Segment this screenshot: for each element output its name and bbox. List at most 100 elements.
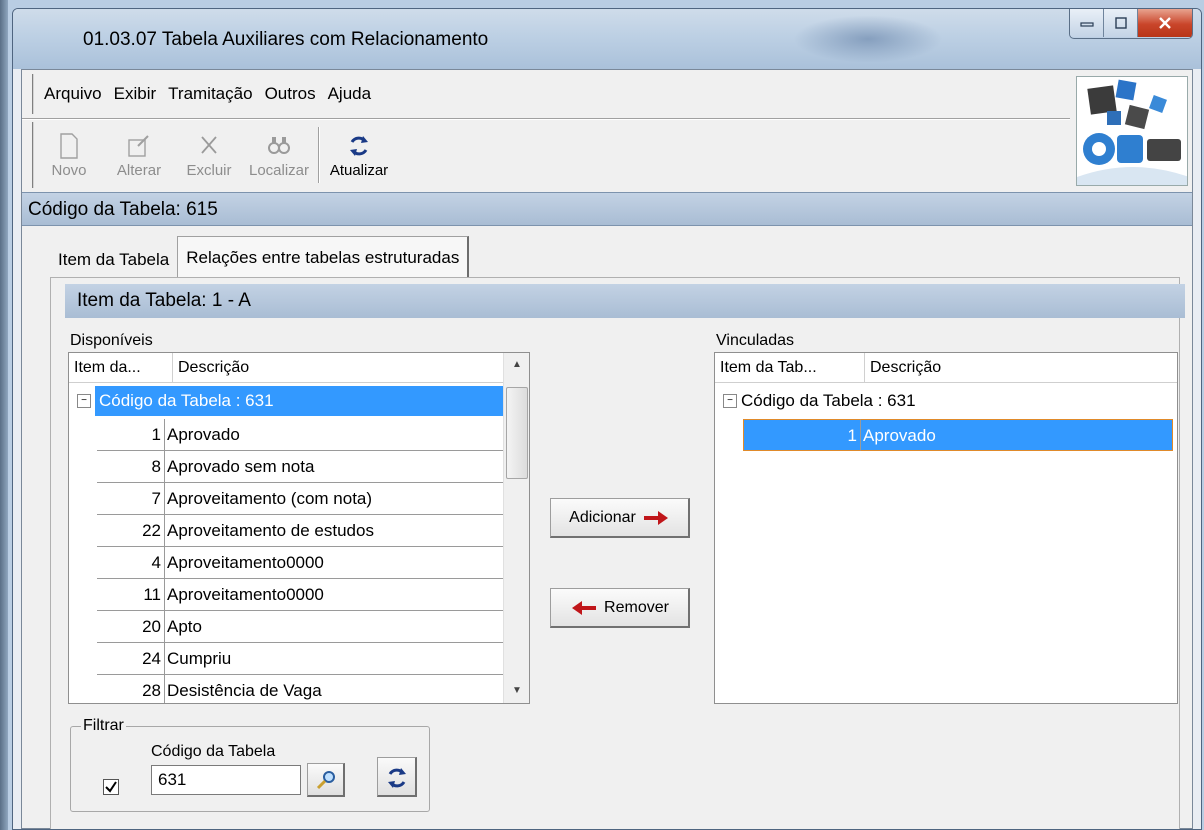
tab-strip: Item da Tabela Relações entre tabelas es… <box>50 236 470 278</box>
tab-item-da-tabela[interactable]: Item da Tabela <box>50 242 177 278</box>
table-row[interactable]: 22 Aproveitamento de estudos <box>97 515 505 547</box>
item-description: Aprovado <box>165 419 505 451</box>
edit-document-icon <box>128 134 149 157</box>
menu-separator <box>22 118 1070 120</box>
title-glow <box>793 15 943 63</box>
excluir-button[interactable]: Excluir <box>174 122 244 188</box>
vertical-scrollbar[interactable]: ▲ ▼ <box>503 353 529 703</box>
magnifier-icon <box>316 770 335 789</box>
item-number: 11 <box>97 579 165 611</box>
table-row[interactable]: 11 Aproveitamento0000 <box>97 579 505 611</box>
arrow-right-icon <box>643 510 668 525</box>
disponiveis-label: Disponíveis <box>70 332 153 349</box>
item-description: Desistência de Vaga <box>165 675 505 703</box>
scroll-up-icon[interactable]: ▲ <box>504 353 529 377</box>
item-description: Aproveitamento0000 <box>165 547 505 579</box>
menu-bar: Arquivo Exibir Tramitação Outros Ajuda <box>32 74 377 114</box>
vinculadas-tree[interactable]: Item da Tab... Descrição − Código da Tab… <box>714 352 1178 704</box>
table-row[interactable]: 20 Apto <box>97 611 505 643</box>
company-logo <box>1076 76 1188 186</box>
adicionar-button[interactable]: Adicionar <box>550 498 690 538</box>
minimize-button[interactable] <box>1070 9 1104 37</box>
item-number: 7 <box>97 483 165 515</box>
table-row[interactable]: 28 Desistência de Vaga <box>97 675 505 703</box>
localizar-label: Localizar <box>248 161 310 179</box>
alterar-label: Alterar <box>116 161 162 179</box>
collapse-icon[interactable]: − <box>77 394 91 408</box>
item-number: 8 <box>97 451 165 483</box>
item-number: 22 <box>97 515 165 547</box>
maximize-icon <box>1114 17 1127 29</box>
toolbar: Novo Alterar Excluir Localizar Atualizar <box>32 122 394 188</box>
menu-tramitacao[interactable]: Tramitação <box>162 84 258 104</box>
menu-arquivo[interactable]: Arquivo <box>38 84 108 104</box>
table-row[interactable]: 4 Aproveitamento0000 <box>97 547 505 579</box>
delete-icon <box>201 135 217 154</box>
disponiveis-tree[interactable]: Item da... Descrição − Código da Tabela … <box>68 352 530 704</box>
filter-group: Filtrar Código da Tabela 631 <box>70 717 430 812</box>
minimize-icon <box>1079 22 1094 27</box>
menu-exibir[interactable]: Exibir <box>108 84 163 104</box>
adicionar-label: Adicionar <box>569 508 636 526</box>
novo-label: Novo <box>51 161 87 179</box>
menu-ajuda[interactable]: Ajuda <box>322 84 377 104</box>
item-description: Aproveitamento (com nota) <box>165 483 505 515</box>
table-row[interactable]: 7 Aproveitamento (com nota) <box>97 483 505 515</box>
item-description: Apto <box>165 611 505 643</box>
filter-code-input[interactable]: 631 <box>151 765 301 795</box>
vinculadas-label: Vinculadas <box>716 332 794 349</box>
menu-outros[interactable]: Outros <box>259 84 322 104</box>
filter-field-label: Código da Tabela <box>151 743 276 760</box>
scroll-thumb[interactable] <box>506 387 528 479</box>
alterar-button[interactable]: Alterar <box>104 122 174 188</box>
client-area: Arquivo Exibir Tramitação Outros Ajuda N… <box>21 69 1193 829</box>
table-code-bar: Código da Tabela: 615 <box>22 192 1192 226</box>
window-title: 01.03.07 Tabela Auxiliares com Relaciona… <box>83 29 489 50</box>
item-number: 1 <box>97 419 165 451</box>
table-row[interactable]: 1 Aprovado <box>97 419 505 451</box>
filter-legend: Filtrar <box>81 717 126 735</box>
novo-button[interactable]: Novo <box>34 122 104 188</box>
collapse-icon[interactable]: − <box>723 394 737 408</box>
filter-refresh-button[interactable] <box>377 757 417 797</box>
remover-button[interactable]: Remover <box>550 588 690 628</box>
item-number: 28 <box>97 675 165 703</box>
excluir-label: Excluir <box>186 161 232 179</box>
group-row[interactable]: − Código da Tabela : 631 <box>723 385 1173 417</box>
window-controls <box>1069 9 1193 39</box>
maximize-button[interactable] <box>1104 9 1138 37</box>
check-icon <box>105 781 117 793</box>
table-code-label: Código da Tabela: 615 <box>28 199 218 220</box>
item-description: Aprovado <box>861 419 1173 451</box>
binoculars-icon <box>268 136 290 154</box>
atualizar-button[interactable]: Atualizar <box>324 122 394 188</box>
desktop-edge <box>0 0 8 830</box>
item-bar: Item da Tabela: 1 - A <box>65 284 1185 318</box>
item-description: Aproveitamento de estudos <box>165 515 505 547</box>
toolbar-separator <box>318 127 320 183</box>
title-bar[interactable]: 01.03.07 Tabela Auxiliares com Relaciona… <box>13 9 1201 69</box>
tab-relacoes[interactable]: Relações entre tabelas estruturadas <box>177 236 470 278</box>
scroll-down-icon[interactable]: ▼ <box>504 679 529 703</box>
col-descricao[interactable]: Descrição <box>173 353 505 383</box>
close-button[interactable] <box>1138 9 1192 37</box>
item-number: 4 <box>97 547 165 579</box>
col-item[interactable]: Item da... <box>69 353 173 383</box>
item-description: Aprovado sem nota <box>165 451 505 483</box>
disponiveis-header: Item da... Descrição <box>69 353 505 383</box>
refresh-icon <box>387 767 406 788</box>
search-button[interactable] <box>307 763 345 797</box>
group-row[interactable]: − Código da Tabela : 631 <box>77 385 505 417</box>
col-descricao[interactable]: Descrição <box>865 353 1177 383</box>
table-row[interactable]: 24 Cumpriu <box>97 643 505 675</box>
col-item[interactable]: Item da Tab... <box>715 353 865 383</box>
filter-checkbox[interactable] <box>103 779 119 795</box>
atualizar-label: Atualizar <box>329 161 389 179</box>
item-label: Item da Tabela: 1 - A <box>77 290 251 311</box>
vinculadas-header: Item da Tab... Descrição <box>715 353 1177 383</box>
table-row[interactable]: 1 Aprovado <box>743 419 1173 451</box>
table-row[interactable]: 8 Aprovado sem nota <box>97 451 505 483</box>
app-window: 01.03.07 Tabela Auxiliares com Relaciona… <box>12 8 1202 830</box>
item-description: Aproveitamento0000 <box>165 579 505 611</box>
localizar-button[interactable]: Localizar <box>244 122 314 188</box>
